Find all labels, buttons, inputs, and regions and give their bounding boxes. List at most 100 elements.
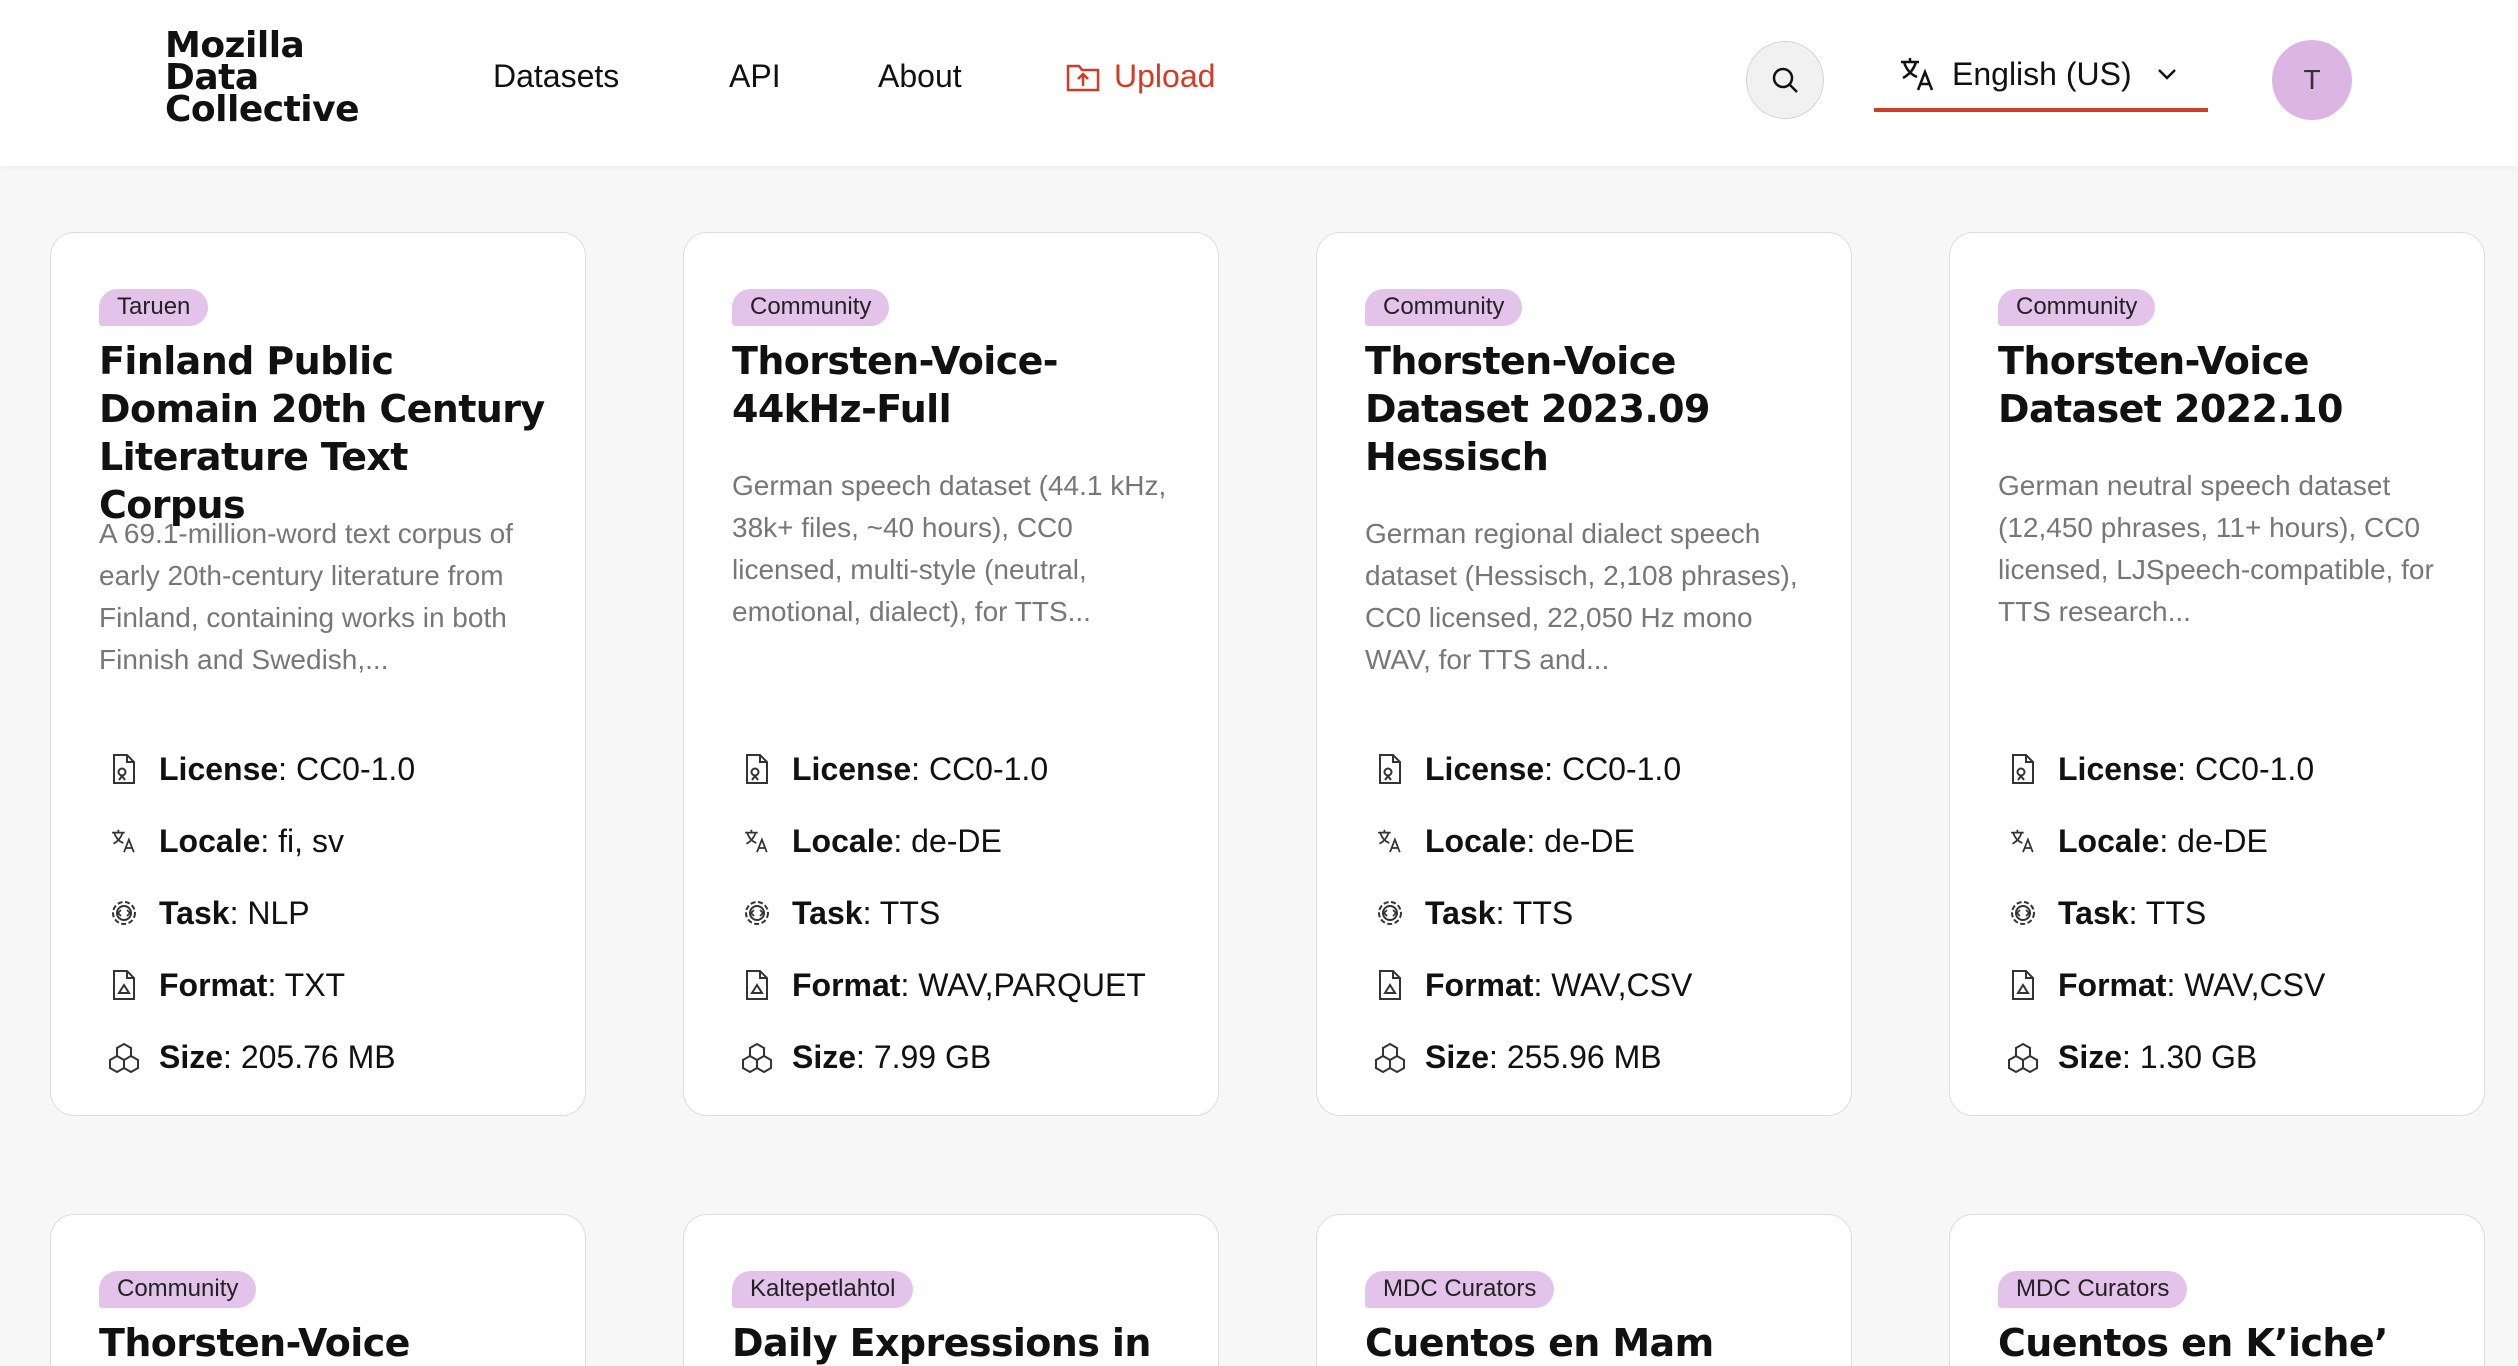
format-label: Format bbox=[1425, 966, 1534, 1003]
license-value: : CC0-1.0 bbox=[2177, 750, 2315, 787]
size-label: Size bbox=[159, 1038, 224, 1075]
dataset-title[interactable]: Daily Expressions in bbox=[732, 1319, 1192, 1366]
format-label: Format bbox=[159, 966, 268, 1003]
nav-api[interactable]: API bbox=[729, 58, 781, 95]
task-label: Task bbox=[792, 894, 863, 931]
dataset-title[interactable]: Thorsten-Voice-44kHz-Full bbox=[732, 337, 1192, 433]
license-label: License bbox=[159, 750, 279, 787]
upload-icon bbox=[1066, 62, 1100, 92]
publisher-badge: Community bbox=[1365, 289, 1523, 326]
dataset-title[interactable]: Cuentos en K’iche’ bbox=[1998, 1319, 2458, 1366]
translate-icon bbox=[1373, 824, 1407, 858]
publisher-badge: Taruen bbox=[99, 289, 209, 326]
dataset-meta: License: CC0-1.0 Locale: fi, sv Task: NL… bbox=[107, 733, 577, 1093]
license-document-icon bbox=[107, 752, 141, 786]
locale-label: Locale bbox=[159, 822, 261, 859]
locale-label: Locale bbox=[1425, 822, 1527, 859]
meta-format: Format: TXT bbox=[107, 949, 577, 1021]
file-format-icon bbox=[1373, 968, 1407, 1002]
license-value: : CC0-1.0 bbox=[1544, 750, 1682, 787]
logo-line: Collective bbox=[165, 89, 360, 130]
size-value: : 205.76 MB bbox=[223, 1038, 396, 1075]
dataset-card[interactable]: MDC Curators Cuentos en K’iche’ bbox=[1949, 1214, 2485, 1366]
cubes-icon bbox=[1373, 1040, 1407, 1074]
dataset-title[interactable]: Thorsten-Voice Dataset 2022.10 bbox=[1998, 337, 2458, 433]
nav-datasets[interactable]: Datasets bbox=[493, 58, 619, 95]
format-label: Format bbox=[792, 966, 901, 1003]
language-selector[interactable]: English (US) bbox=[1874, 40, 2208, 112]
nav-upload[interactable]: Upload bbox=[1066, 58, 1215, 95]
nav-about[interactable]: About bbox=[878, 58, 962, 95]
translate-icon bbox=[1898, 54, 1938, 94]
mozilla-data-collective-logo[interactable]: Mozilla Data Collective bbox=[165, 28, 360, 130]
dataset-card[interactable]: Community Thorsten-Voice-44kHz-Full Germ… bbox=[683, 232, 1219, 1116]
size-label: Size bbox=[792, 1038, 857, 1075]
dataset-card[interactable]: Community Thorsten-Voice Dataset 2023.09… bbox=[1316, 232, 1852, 1116]
meta-locale: Locale: de-DE bbox=[2006, 805, 2476, 877]
dataset-card[interactable]: Community Thorsten-Voice Dataset 2022.10… bbox=[1949, 232, 2485, 1116]
locale-label: Locale bbox=[2058, 822, 2160, 859]
gear-code-icon bbox=[1373, 896, 1407, 930]
license-value: : CC0-1.0 bbox=[911, 750, 1049, 787]
dataset-card[interactable]: Community Thorsten-Voice bbox=[50, 1214, 586, 1366]
license-document-icon bbox=[1373, 752, 1407, 786]
meta-format: Format: WAV,PARQUET bbox=[740, 949, 1210, 1021]
format-label: Format bbox=[2058, 966, 2167, 1003]
license-document-icon bbox=[740, 752, 774, 786]
meta-locale: Locale: de-DE bbox=[1373, 805, 1843, 877]
dataset-title[interactable]: Thorsten-Voice Dataset 2023.09 Hessisch bbox=[1365, 337, 1825, 481]
format-value: : TXT bbox=[267, 966, 346, 1003]
meta-task: Task: TTS bbox=[1373, 877, 1843, 949]
format-value: : WAV,PARQUET bbox=[900, 966, 1146, 1003]
search-icon bbox=[1770, 65, 1800, 95]
meta-size: Size: 1.30 GB bbox=[2006, 1021, 2476, 1093]
dataset-description: German regional dialect speech dataset (… bbox=[1365, 518, 1798, 675]
dataset-meta: License: CC0-1.0 Locale: de-DE Task: TTS… bbox=[1373, 733, 1843, 1093]
cubes-icon bbox=[2006, 1040, 2040, 1074]
meta-format: Format: WAV,CSV bbox=[2006, 949, 2476, 1021]
user-avatar[interactable]: T bbox=[2272, 40, 2352, 120]
publisher-badge: MDC Curators bbox=[1365, 1271, 1555, 1308]
format-value: : WAV,CSV bbox=[1533, 966, 1693, 1003]
meta-license: License: CC0-1.0 bbox=[107, 733, 577, 805]
license-document-icon bbox=[2006, 752, 2040, 786]
dataset-description: A 69.1-million-word text corpus of early… bbox=[99, 518, 513, 675]
size-value: : 7.99 GB bbox=[856, 1038, 992, 1075]
format-value: : WAV,CSV bbox=[2166, 966, 2326, 1003]
locale-value: : fi, sv bbox=[260, 822, 344, 859]
size-value: : 1.30 GB bbox=[2122, 1038, 2258, 1075]
search-button[interactable] bbox=[1746, 41, 1824, 119]
locale-value: : de-DE bbox=[2159, 822, 2268, 859]
publisher-badge: Community bbox=[732, 289, 890, 326]
top-header: Mozilla Data Collective Datasets API Abo… bbox=[0, 0, 2518, 166]
dataset-card[interactable]: Taruen Finland Public Domain 20th Centur… bbox=[50, 232, 586, 1116]
translate-icon bbox=[107, 824, 141, 858]
meta-locale: Locale: fi, sv bbox=[107, 805, 577, 877]
gear-code-icon bbox=[740, 896, 774, 930]
license-label: License bbox=[1425, 750, 1545, 787]
gear-code-icon bbox=[2006, 896, 2040, 930]
task-value: : TTS bbox=[862, 894, 941, 931]
translate-icon bbox=[740, 824, 774, 858]
task-value: : TTS bbox=[1495, 894, 1574, 931]
size-label: Size bbox=[1425, 1038, 1490, 1075]
locale-value: : de-DE bbox=[893, 822, 1002, 859]
dataset-title[interactable]: Finland Public Domain 20th Century Liter… bbox=[99, 337, 559, 529]
size-value: : 255.96 MB bbox=[1489, 1038, 1662, 1075]
meta-task: Task: TTS bbox=[2006, 877, 2476, 949]
publisher-badge: MDC Curators bbox=[1998, 1271, 2188, 1308]
locale-value: : de-DE bbox=[1526, 822, 1635, 859]
upload-label: Upload bbox=[1114, 58, 1216, 94]
dataset-card[interactable]: Kaltepetlahtol Daily Expressions in bbox=[683, 1214, 1219, 1366]
cubes-icon bbox=[740, 1040, 774, 1074]
meta-task: Task: NLP bbox=[107, 877, 577, 949]
cubes-icon bbox=[107, 1040, 141, 1074]
publisher-badge: Community bbox=[99, 1271, 257, 1308]
meta-size: Size: 205.76 MB bbox=[107, 1021, 577, 1093]
dataset-card[interactable]: MDC Curators Cuentos en Mam bbox=[1316, 1214, 1852, 1366]
dataset-title[interactable]: Cuentos en Mam bbox=[1365, 1319, 1825, 1366]
publisher-badge: Kaltepetlahtol bbox=[732, 1271, 914, 1308]
task-label: Task bbox=[1425, 894, 1496, 931]
meta-license: License: CC0-1.0 bbox=[1373, 733, 1843, 805]
dataset-title[interactable]: Thorsten-Voice bbox=[99, 1319, 559, 1366]
